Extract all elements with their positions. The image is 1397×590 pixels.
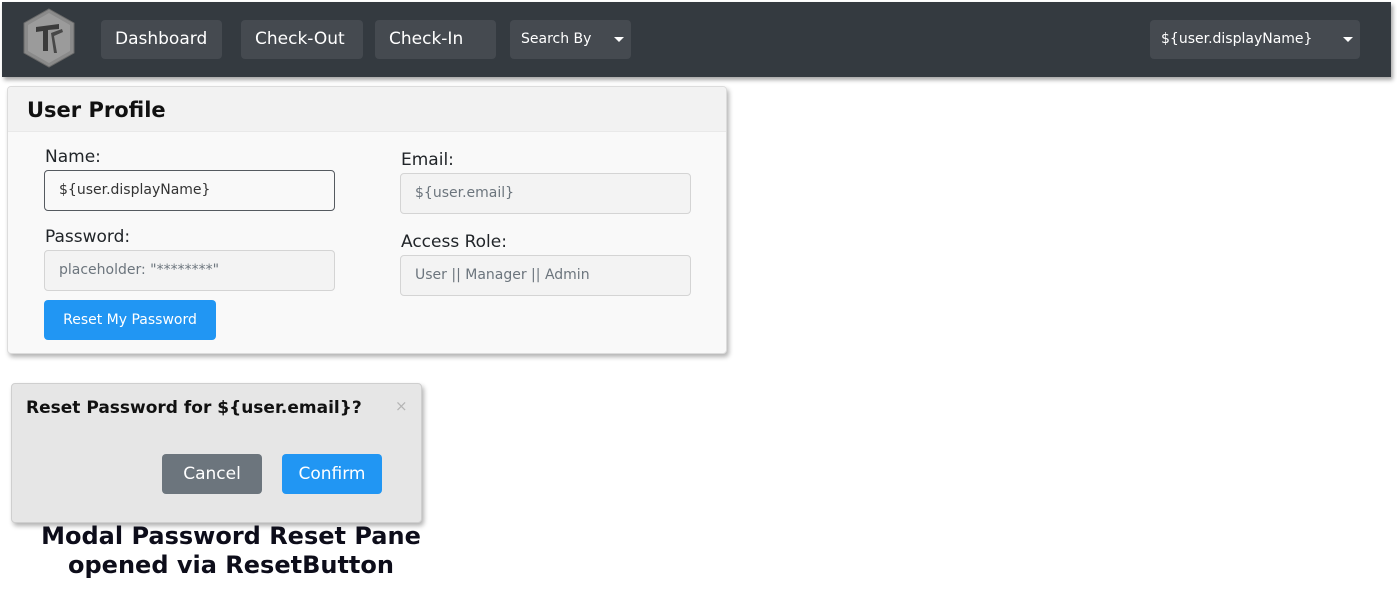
card-header: User Profile <box>8 87 726 132</box>
top-navbar: Dashboard Check-Out Check-In Search By $… <box>2 2 1391 77</box>
modal-title: Reset Password for ${user.email}? <box>26 398 362 418</box>
name-label: Name: <box>45 147 101 167</box>
nav-dashboard[interactable]: Dashboard <box>101 20 222 59</box>
page-title: User Profile <box>27 98 166 122</box>
password-field[interactable]: placeholder: "********" <box>44 250 335 291</box>
anvil-hammer-logo-icon[interactable] <box>21 7 77 69</box>
search-by-dropdown[interactable]: Search By <box>510 20 631 59</box>
caption-line-2: opened via ResetButton <box>68 551 394 579</box>
nav-check-out[interactable]: Check-Out <box>241 20 363 59</box>
close-icon[interactable]: × <box>395 397 408 415</box>
caption-line-1: Modal Password Reset Pane <box>41 522 421 550</box>
email-label: Email: <box>401 150 454 170</box>
user-menu-dropdown[interactable]: ${user.displayName} <box>1150 20 1360 59</box>
user-display-name: ${user.displayName} <box>1161 31 1313 47</box>
reset-password-modal: Reset Password for ${user.email}? × Canc… <box>11 383 422 523</box>
cancel-button[interactable]: Cancel <box>162 454 262 494</box>
name-field[interactable]: ${user.displayName} <box>44 170 335 211</box>
email-field[interactable]: ${user.email} <box>400 173 691 214</box>
reset-password-button[interactable]: Reset My Password <box>44 300 216 340</box>
access-role-label: Access Role: <box>401 232 507 252</box>
search-by-label: Search By <box>521 31 592 47</box>
annotation-caption: Modal Password Reset Pane opened via Res… <box>11 522 451 580</box>
confirm-button[interactable]: Confirm <box>282 454 382 494</box>
caret-down-icon <box>614 37 624 42</box>
user-profile-card: User Profile Name: ${user.displayName} E… <box>7 86 727 354</box>
password-label: Password: <box>45 227 131 247</box>
caret-down-icon <box>1343 37 1353 42</box>
nav-check-in[interactable]: Check-In <box>375 20 496 59</box>
access-role-field[interactable]: User || Manager || Admin <box>400 255 691 296</box>
